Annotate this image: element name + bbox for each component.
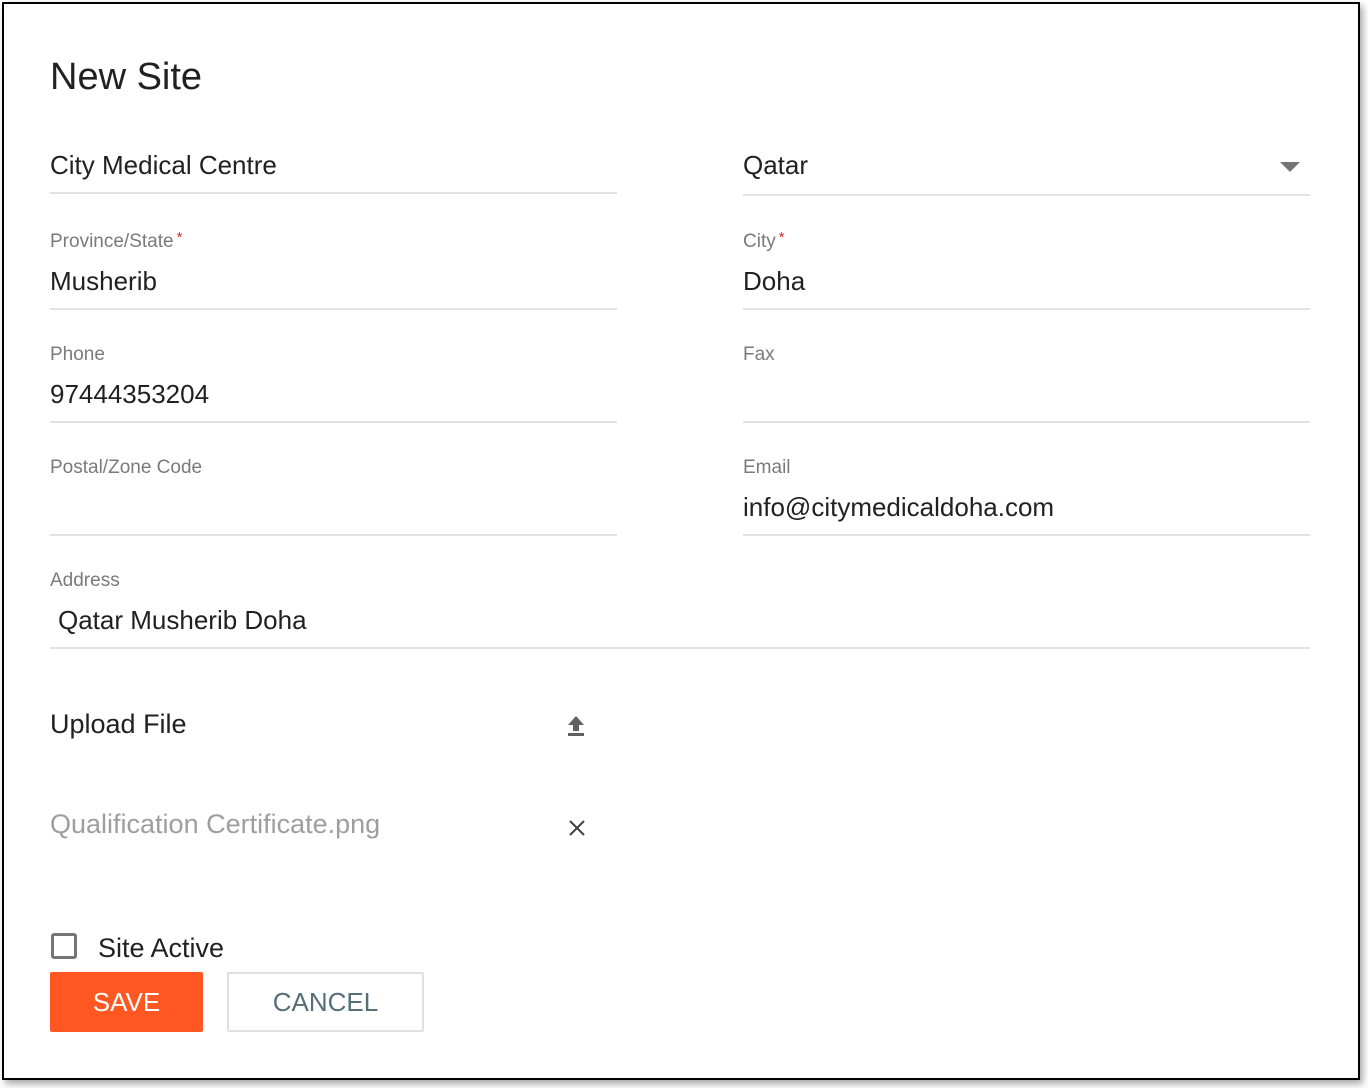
city-underline (743, 308, 1310, 310)
postal-code-input[interactable] (50, 492, 617, 528)
city-label: City * (743, 229, 785, 253)
province-label-text: Province/State (50, 231, 174, 252)
postal-code-label: Postal/Zone Code (50, 457, 203, 478)
city-input[interactable]: Doha (743, 266, 805, 297)
close-icon[interactable] (564, 815, 590, 841)
address-underline (50, 647, 1310, 649)
country-select[interactable]: Qatar (743, 150, 1309, 190)
address-input[interactable]: Qatar Musherib Doha (58, 605, 307, 636)
fax-label: Fax (743, 344, 775, 365)
postal-code-underline (50, 534, 617, 536)
country-underline (743, 194, 1310, 196)
site-name-underline (50, 192, 617, 194)
save-button[interactable]: SAVE (50, 972, 203, 1032)
required-mark: * (176, 229, 183, 246)
dialog-title: New Site (50, 56, 203, 98)
province-input[interactable]: Musherib (50, 266, 157, 297)
fax-input[interactable] (743, 379, 1310, 415)
upload-icon[interactable] (562, 712, 590, 740)
email-input[interactable]: info@citymedicaldoha.com (743, 492, 1054, 523)
site-active-label: Site Active (98, 933, 225, 963)
upload-file-label: Upload File (50, 709, 187, 739)
phone-label: Phone (50, 344, 105, 365)
new-site-dialog: New Site City Medical Centre Qatar Provi… (2, 2, 1360, 1080)
address-label: Address (50, 570, 120, 591)
uploaded-file-name: Qualification Certificate.png (50, 809, 381, 839)
caret-down-icon[interactable] (1280, 162, 1300, 172)
country-select-value: Qatar (743, 150, 809, 180)
province-underline (50, 308, 617, 310)
fax-underline (743, 421, 1310, 423)
phone-input[interactable]: 97444353204 (50, 379, 209, 410)
site-active-checkbox[interactable] (51, 933, 77, 959)
phone-underline (50, 421, 617, 423)
email-label: Email (743, 457, 791, 478)
required-mark: * (778, 229, 785, 246)
city-label-text: City (743, 231, 776, 252)
site-name-input[interactable]: City Medical Centre (50, 150, 277, 181)
province-label: Province/State * (50, 229, 183, 253)
cancel-button[interactable]: CANCEL (227, 972, 424, 1032)
email-underline (743, 534, 1310, 536)
